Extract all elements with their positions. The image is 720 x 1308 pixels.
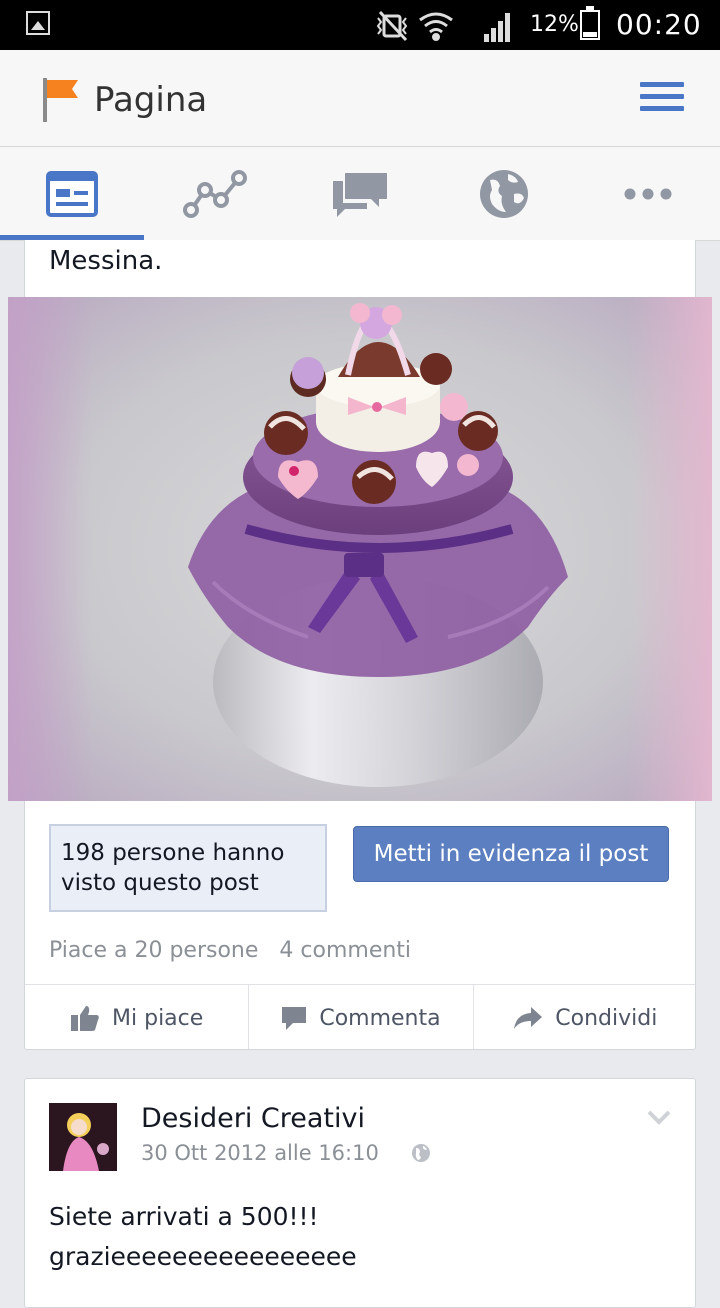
mute-vibrate-icon <box>376 10 408 42</box>
tab-feed[interactable] <box>0 147 144 240</box>
gallery-icon <box>26 11 50 35</box>
tab-insights[interactable] <box>144 147 288 240</box>
likes-count[interactable]: Piace a 20 persone <box>49 938 258 963</box>
more-dots-icon <box>624 188 672 199</box>
tab-bar <box>0 147 720 241</box>
post-author[interactable]: Desideri Creativi <box>141 1103 365 1134</box>
chevron-down-icon[interactable] <box>647 1109 671 1125</box>
tab-more[interactable] <box>576 147 720 240</box>
page-title: Pagina <box>94 80 208 120</box>
post-actions: Mi piace Commenta Condividi <box>25 984 695 1049</box>
thumbs-up-icon <box>71 1006 99 1031</box>
menu-icon[interactable] <box>640 82 684 116</box>
globe-icon <box>480 169 528 218</box>
share-label: Condividi <box>555 1005 658 1031</box>
status-icons <box>376 10 510 42</box>
like-label: Mi piace <box>112 1005 204 1031</box>
post-timestamp[interactable]: 30 Ott 2012 alle 16:10 <box>141 1141 379 1165</box>
battery-icon <box>580 6 600 40</box>
comments-count[interactable]: 4 commenti <box>279 938 411 963</box>
app-header: Pagina <box>0 50 720 147</box>
battery-percent: 12% <box>530 12 579 37</box>
post-photo[interactable] <box>8 297 712 801</box>
comment-icon <box>282 1007 307 1030</box>
share-arrow-icon <box>514 1007 543 1029</box>
comment-button[interactable]: Commenta <box>249 985 474 1049</box>
signal-icon <box>484 13 510 42</box>
post-body-line: Siete arrivati a 500!!! <box>49 1202 319 1231</box>
comment-label: Commenta <box>319 1005 441 1031</box>
flag-icon <box>43 78 78 122</box>
tab-globe[interactable] <box>432 147 576 240</box>
status-bar: 12% 00:20 <box>0 0 720 50</box>
post-body-line: grazieeeeeeeeeeeeeeee <box>49 1242 357 1271</box>
clock: 00:20 <box>616 8 702 41</box>
chat-bubbles-icon <box>333 172 387 217</box>
post-reach-box[interactable]: 198 persone hanno visto questo post <box>49 824 327 912</box>
wifi-icon <box>419 12 453 41</box>
line-chart-icon <box>183 169 247 218</box>
post-card-2: Desideri Creativi 30 Ott 2012 alle 16:10… <box>24 1078 696 1308</box>
tab-messages[interactable] <box>288 147 432 240</box>
post-text: Messina. <box>49 246 163 276</box>
page-avatar[interactable] <box>49 1103 117 1171</box>
news-feed-icon <box>46 170 98 217</box>
globe-icon <box>412 1144 430 1162</box>
boost-post-button[interactable]: Metti in evidenza il post <box>353 826 669 882</box>
post-body: Siete arrivati a 500!!! grazieeeeeeeeeee… <box>49 1197 357 1277</box>
share-button[interactable]: Condividi <box>474 985 695 1049</box>
avatar-image <box>49 1103 117 1171</box>
like-button[interactable]: Mi piace <box>25 985 250 1049</box>
post-stats: Piace a 20 persone 4 commenti <box>49 938 425 963</box>
